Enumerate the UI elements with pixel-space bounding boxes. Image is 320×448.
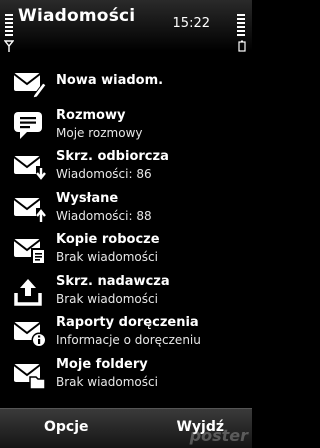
messaging-menu-list: Nowa wiadom. Rozmowy Moje rozmowy Skrz. … — [0, 62, 252, 394]
menu-item-sublabel: Informacje o doręczeniu — [56, 333, 201, 347]
menu-item-sublabel: Brak wiadomości — [56, 374, 158, 389]
my-folders-icon — [13, 363, 46, 390]
watermark: poster — [189, 426, 248, 445]
battery-icon — [238, 40, 246, 52]
menu-item-label: Skrz. odbiorcza — [56, 149, 169, 164]
page-title: Wiadomości — [18, 6, 136, 26]
menu-item-label: Raporty doręczenia — [56, 315, 199, 330]
menu-item-conversations[interactable]: Rozmowy Moje rozmowy — [0, 104, 252, 146]
signal-strength-icon — [5, 14, 13, 36]
menu-item-sublabel: Brak wiadomości — [56, 250, 158, 264]
menu-item-outbox[interactable]: Skrz. nadawcza Brak wiadomości — [0, 270, 252, 312]
menu-item-delivery-reports[interactable]: Raporty doręczenia Informacje o doręczen… — [0, 311, 252, 353]
menu-item-my-folders[interactable]: Moje foldery Brak wiadomości — [0, 353, 252, 395]
menu-item-sublabel: Brak wiadomości — [56, 291, 158, 306]
antenna-icon — [4, 40, 14, 52]
status-bar: Wiadomości 15:22 — [0, 0, 252, 60]
menu-item-inbox[interactable]: Skrz. odbiorcza Wiadomości: 86 — [0, 145, 252, 187]
menu-item-sublabel: Wiadomości: 88 — [56, 208, 152, 223]
softkey-bar: Opcje Wyjdź poster — [0, 408, 252, 448]
menu-item-label: Nowa wiadom. — [56, 73, 164, 88]
menu-item-label: Skrz. nadawcza — [56, 273, 170, 289]
menu-item-sent[interactable]: Wysłane Wiadomości: 88 — [0, 187, 252, 229]
conversations-icon — [14, 111, 42, 139]
drafts-icon — [13, 239, 45, 264]
battery-level-icon — [237, 14, 245, 36]
menu-item-drafts[interactable]: Kopie robocze Brak wiadomości — [0, 228, 252, 270]
clock: 15:22 — [172, 16, 210, 31]
outbox-icon — [14, 278, 42, 306]
menu-item-sublabel: Moje rozmowy — [56, 125, 143, 140]
menu-item-label: Wysłane — [56, 190, 119, 206]
new-message-icon — [13, 73, 46, 99]
sent-icon — [13, 197, 46, 224]
options-softkey[interactable]: Opcje — [44, 419, 89, 435]
delivery-reports-icon — [13, 322, 46, 348]
menu-item-label: Moje foldery — [56, 356, 148, 372]
inbox-icon — [13, 156, 46, 182]
menu-item-label: Kopie robocze — [56, 232, 160, 247]
menu-item-sublabel: Wiadomości: 86 — [56, 167, 152, 181]
menu-item-label: Rozmowy — [56, 107, 126, 123]
menu-item-new-message[interactable]: Nowa wiadom. — [0, 62, 252, 104]
